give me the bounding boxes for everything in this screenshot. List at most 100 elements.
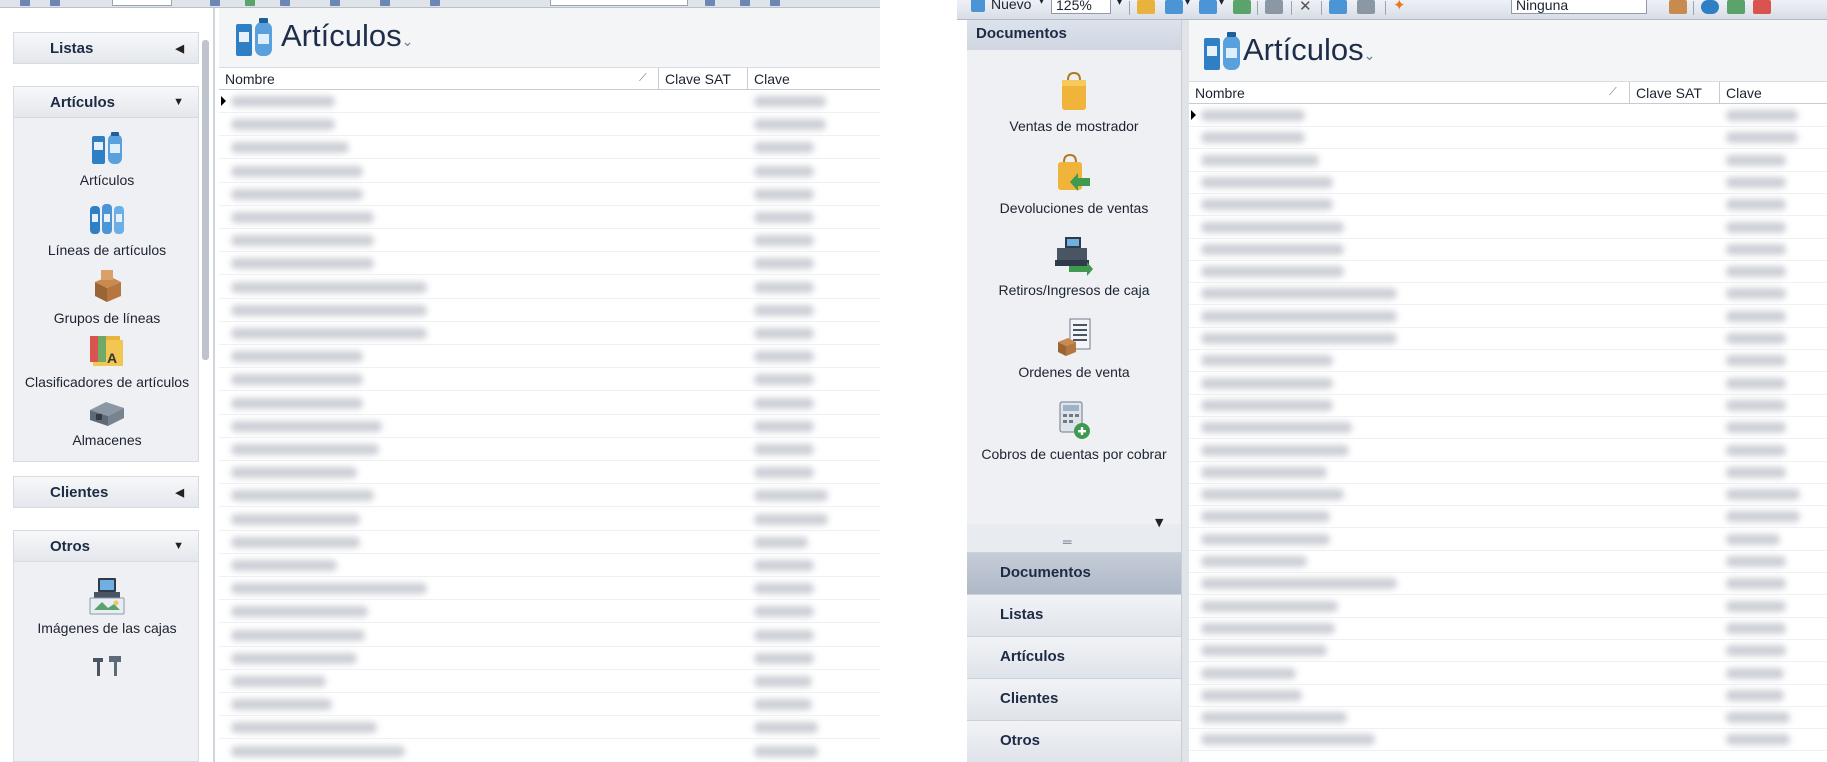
toolbar-button-icon[interactable]: [770, 0, 780, 6]
table-row[interactable]: [1189, 684, 1827, 707]
table-row[interactable]: [1189, 595, 1827, 618]
column-divider[interactable]: [658, 68, 659, 90]
scroll-down-arrow-icon[interactable]: ▼: [1155, 516, 1163, 529]
sidebar-scrollbar[interactable]: [202, 40, 209, 360]
table-row[interactable]: [219, 276, 880, 299]
table-row[interactable]: [219, 461, 880, 485]
toolbar-button-icon[interactable]: [740, 0, 750, 6]
column-header-clave-sat[interactable]: Clave SAT: [665, 71, 731, 87]
dropdown-icon[interactable]: ▾: [1219, 0, 1224, 13]
table-row[interactable]: [1189, 193, 1827, 217]
column-header-nombre[interactable]: Nombre: [1195, 85, 1245, 101]
table-row[interactable]: [1189, 216, 1827, 239]
table-row[interactable]: [219, 577, 880, 601]
table-row[interactable]: [219, 90, 880, 113]
table-row[interactable]: [219, 484, 880, 508]
table-row[interactable]: [1189, 282, 1827, 306]
articles-grid[interactable]: [1189, 104, 1827, 762]
section-listas[interactable]: Listas ◀: [13, 32, 199, 64]
table-row[interactable]: [219, 508, 880, 531]
table-row[interactable]: [219, 415, 880, 438]
nav-item-retiros-ingresos[interactable]: Retiros/Ingresos de caja: [967, 236, 1181, 298]
table-row[interactable]: [1189, 171, 1827, 194]
section-otros[interactable]: Otros ▼: [13, 530, 199, 562]
send-icon[interactable]: [1165, 0, 1183, 14]
nav-item-lineas-articulos[interactable]: Líneas de artículos: [14, 200, 200, 258]
toolbar-button-icon[interactable]: [380, 0, 390, 6]
columns-icon[interactable]: [1329, 0, 1347, 14]
nav-item-bascula[interactable]: [14, 654, 200, 680]
table-row[interactable]: [1189, 639, 1827, 663]
toolbar-button-icon[interactable]: [50, 0, 60, 6]
table-row[interactable]: [219, 531, 880, 554]
table-row[interactable]: [1189, 572, 1827, 596]
toolbar-button-icon[interactable]: [330, 0, 340, 6]
nav-item-grupos-lineas[interactable]: Grupos de líneas: [14, 268, 200, 326]
table-row[interactable]: [219, 716, 880, 740]
column-divider[interactable]: [1629, 82, 1630, 104]
table-row[interactable]: [219, 670, 880, 693]
table-row[interactable]: [1189, 505, 1827, 529]
table-row[interactable]: [219, 252, 880, 276]
nav-tab-listas[interactable]: Listas: [967, 594, 1181, 636]
filter-field[interactable]: [550, 0, 688, 6]
table-row[interactable]: [219, 554, 880, 577]
toolbar-button-icon[interactable]: [20, 0, 30, 6]
print-icon[interactable]: [1265, 0, 1283, 14]
open-folder-icon[interactable]: [1137, 0, 1155, 14]
info-box-icon[interactable]: [1669, 0, 1687, 14]
table-row[interactable]: [1189, 483, 1827, 507]
table-row[interactable]: [219, 160, 880, 183]
table-row[interactable]: [219, 693, 880, 717]
table-row[interactable]: [1189, 149, 1827, 172]
collapse-arrow-icon[interactable]: ◀: [176, 42, 184, 55]
table-row[interactable]: [1189, 662, 1827, 685]
zoom-field[interactable]: [112, 0, 172, 6]
nav-tab-articulos[interactable]: Artículos: [967, 636, 1181, 678]
table-row[interactable]: [1189, 372, 1827, 395]
delete-icon[interactable]: ✕: [1299, 0, 1312, 15]
export-icon[interactable]: [1727, 0, 1745, 14]
table-row[interactable]: [219, 438, 880, 461]
sort-icon[interactable]: ⟋: [1609, 86, 1617, 99]
sort-icon[interactable]: ⟋: [639, 72, 647, 85]
new-dropdown-icon[interactable]: ▾: [1039, 0, 1044, 12]
table-row[interactable]: [1189, 439, 1827, 462]
table-row[interactable]: [219, 345, 880, 369]
nav-item-devoluciones[interactable]: Devoluciones de ventas: [967, 154, 1181, 216]
table-row[interactable]: [1189, 706, 1827, 730]
table-row[interactable]: [219, 647, 880, 670]
table-row[interactable]: [1189, 728, 1827, 752]
table-row[interactable]: [1189, 461, 1827, 484]
table-row[interactable]: [219, 229, 880, 253]
table-row[interactable]: [1189, 550, 1827, 573]
toolbar-button-icon[interactable]: [280, 0, 290, 6]
nav-item-ventas-mostrador[interactable]: Ventas de mostrador: [967, 72, 1181, 134]
nav-item-cobros-cxc[interactable]: Cobros de cuentas por cobrar: [967, 400, 1181, 462]
nav-tab-clientes[interactable]: Clientes: [967, 678, 1181, 720]
pdf-icon[interactable]: [1753, 0, 1771, 14]
zoom-select[interactable]: 125%: [1051, 0, 1111, 14]
table-row[interactable]: [1189, 238, 1827, 261]
section-clientes[interactable]: Clientes ◀: [13, 476, 199, 508]
column-divider[interactable]: [1719, 82, 1720, 104]
table-row[interactable]: [219, 299, 880, 322]
table-row[interactable]: [1189, 104, 1827, 127]
expand-arrow-icon[interactable]: ▼: [173, 96, 184, 108]
zoom-dropdown-icon[interactable]: ▾: [1117, 0, 1122, 13]
articles-grid[interactable]: [219, 90, 880, 762]
table-row[interactable]: [1189, 617, 1827, 640]
table-row[interactable]: [219, 136, 880, 160]
table-row[interactable]: [219, 624, 880, 647]
nav-item-clasificadores[interactable]: A Clasificadores de artículos: [14, 332, 200, 390]
table-row[interactable]: [1189, 260, 1827, 284]
table-row[interactable]: [1189, 305, 1827, 328]
filter-select[interactable]: Ninguna: [1511, 0, 1647, 14]
receive-icon[interactable]: [1199, 0, 1217, 14]
expand-arrow-icon[interactable]: ▼: [173, 540, 184, 552]
dropdown-icon[interactable]: ▾: [1185, 0, 1190, 13]
column-header-clave-sat[interactable]: Clave SAT: [1636, 85, 1702, 101]
table-row[interactable]: [219, 206, 880, 229]
table-row[interactable]: [1189, 394, 1827, 417]
new-icon[interactable]: [971, 0, 985, 12]
